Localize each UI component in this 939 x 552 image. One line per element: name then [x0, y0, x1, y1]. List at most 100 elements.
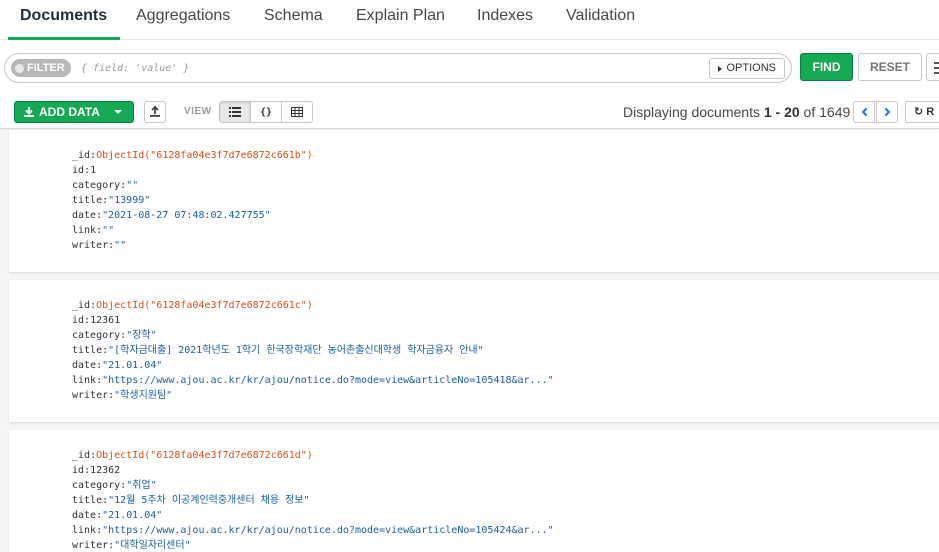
document-field: category:""	[72, 178, 138, 193]
tab-schema[interactable]: Schema	[264, 0, 323, 40]
field-key: link:	[72, 525, 103, 536]
query-bar: FILTER OPTIONS FIND RESET	[0, 40, 939, 94]
document-field: category:"취업"	[72, 478, 157, 493]
tab-validation[interactable]: Validation	[566, 0, 635, 40]
find-button[interactable]: FIND	[800, 53, 853, 81]
add-data-button[interactable]: ADD DATA	[14, 101, 134, 123]
field-key: title:	[72, 345, 109, 356]
tab-indexes[interactable]: Indexes	[477, 0, 533, 40]
download-icon	[24, 107, 34, 117]
document-field: category:"장학"	[72, 328, 157, 343]
document-field: id:12361	[72, 313, 120, 328]
field-value: 1	[90, 165, 97, 176]
filter-input[interactable]	[81, 60, 681, 76]
refresh-label: R	[926, 106, 935, 118]
field-key: category:	[72, 480, 127, 491]
tab-bar: Documents Aggregations Schema Explain Pl…	[0, 0, 939, 40]
field-key: _id:	[72, 150, 97, 161]
field-key: date:	[72, 210, 103, 221]
document-field: _id:ObjectId("6128fa04e3f7d7e6872c661b")	[72, 148, 313, 163]
document-card[interactable]: _id:ObjectId("6128fa04e3f7d7e6872c661b")…	[9, 130, 939, 272]
document-field: link:""	[72, 223, 114, 238]
options-label: OPTIONS	[726, 62, 776, 74]
field-key: category:	[72, 180, 127, 191]
query-history-button[interactable]	[926, 53, 939, 81]
field-value: "장학"	[126, 330, 157, 341]
field-key: date:	[72, 360, 103, 371]
field-value: "12월 5주차 이공계인력중개센터 채용 정보"	[108, 495, 310, 506]
document-field: writer:""	[72, 238, 126, 253]
braces-icon: {}	[259, 106, 273, 118]
document-field: writer:"대학일자리센터"	[72, 538, 191, 552]
filter-pill: FILTER	[11, 59, 71, 77]
field-key: category:	[72, 330, 127, 341]
table-view-button[interactable]	[281, 101, 313, 123]
pagination-total: 1649	[819, 104, 851, 120]
field-value: "학생지원팀"	[114, 390, 173, 401]
document-field: title:"[학자금대출] 2021학년도 1학기 한국장학재단 농어촌출신대…	[72, 343, 484, 358]
list-view-button[interactable]	[219, 101, 251, 123]
field-value: "21.01.04"	[102, 360, 163, 371]
field-value: "취업"	[126, 480, 157, 491]
upload-icon	[150, 105, 160, 117]
field-value: "13999"	[108, 195, 151, 206]
field-value: 12361	[90, 315, 121, 326]
list-icon	[229, 107, 241, 117]
field-value: "https://www.ajou.ac.kr/kr/ajou/notice.d…	[102, 525, 554, 536]
field-value: ObjectId("6128fa04e3f7d7e6872c661d")	[96, 450, 313, 461]
field-key: _id:	[72, 300, 97, 311]
view-label: VIEW	[184, 106, 212, 117]
chevron-right-icon	[881, 107, 890, 117]
document-list: _id:ObjectId("6128fa04e3f7d7e6872c661b")…	[0, 130, 939, 552]
filter-pill-label: FILTER	[27, 62, 65, 74]
field-value: ObjectId("6128fa04e3f7d7e6872c661c")	[96, 300, 313, 311]
tab-aggregations[interactable]: Aggregations	[136, 0, 230, 40]
field-value: ""	[114, 240, 127, 251]
add-data-label: ADD DATA	[39, 105, 100, 119]
document-field: _id:ObjectId("6128fa04e3f7d7e6872c661d")	[72, 448, 313, 463]
document-card[interactable]: _id:ObjectId("6128fa04e3f7d7e6872c661d")…	[9, 430, 939, 552]
export-button[interactable]	[144, 101, 166, 123]
field-key: id:	[72, 315, 91, 326]
options-button[interactable]: OPTIONS	[709, 58, 785, 79]
field-key: link:	[72, 375, 103, 386]
menu-icon	[934, 62, 939, 64]
pagination-range: 1 - 20	[763, 104, 800, 120]
menu-icon-line	[934, 72, 939, 74]
field-value: 12362	[90, 465, 121, 476]
filter-box[interactable]: FILTER OPTIONS	[4, 53, 792, 83]
field-key: date:	[72, 510, 103, 521]
document-field: title:"13999"	[72, 193, 150, 208]
field-value: ""	[102, 225, 115, 236]
field-value: "[학자금대출] 2021학년도 1학기 한국장학재단 농어촌출신대학생 학자금…	[108, 345, 484, 356]
caret-right-icon	[718, 65, 723, 72]
field-value: ObjectId("6128fa04e3f7d7e6872c661b")	[96, 150, 313, 161]
document-field: date:"2021-08-27 07:48:02.427755"	[72, 208, 271, 223]
reset-button[interactable]: RESET	[858, 53, 922, 81]
refresh-button[interactable]: ↻ R	[905, 101, 939, 123]
pagination-of: of	[799, 104, 820, 120]
field-value: "2021-08-27 07:48:02.427755"	[102, 210, 271, 221]
info-icon	[15, 63, 24, 73]
field-key: writer:	[72, 390, 115, 401]
field-key: id:	[72, 165, 91, 176]
previous-page-button[interactable]	[853, 101, 875, 123]
chevron-down-icon	[113, 110, 122, 114]
next-page-button[interactable]	[876, 101, 898, 123]
menu-icon-line	[934, 67, 939, 69]
document-field: _id:ObjectId("6128fa04e3f7d7e6872c661c")	[72, 298, 313, 313]
chevron-left-icon	[861, 107, 870, 117]
tab-documents[interactable]: Documents	[8, 0, 120, 40]
pagination-summary: Displaying documents 1 - 20 of 1649	[623, 104, 850, 120]
document-card[interactable]: _id:ObjectId("6128fa04e3f7d7e6872c661c")…	[9, 280, 939, 422]
document-field: id:1	[72, 163, 96, 178]
refresh-icon: ↻	[914, 106, 924, 118]
pagination-prefix: Displaying documents	[623, 104, 764, 120]
field-key: writer:	[72, 240, 115, 251]
document-field: title:"12월 5주차 이공계인력중개센터 채용 정보"	[72, 493, 310, 508]
json-view-button[interactable]: {}	[250, 101, 282, 123]
field-key: id:	[72, 465, 91, 476]
document-field: link:"https://www.ajou.ac.kr/kr/ajou/not…	[72, 373, 554, 388]
document-field: writer:"학생지원팀"	[72, 388, 172, 403]
tab-explain-plan[interactable]: Explain Plan	[356, 0, 445, 40]
